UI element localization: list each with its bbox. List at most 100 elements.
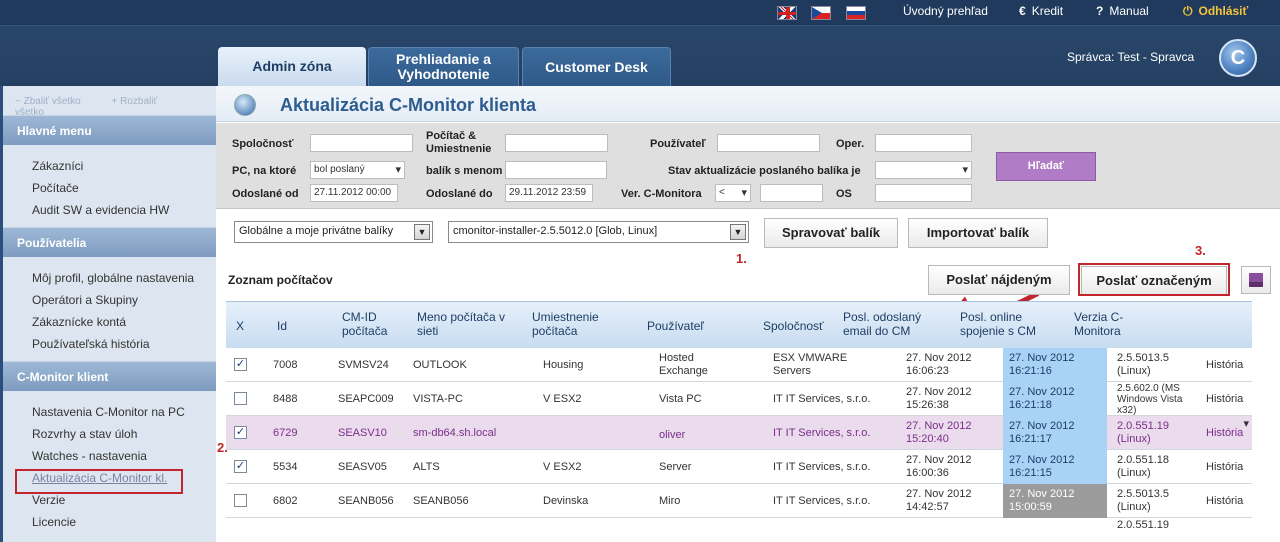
package-name-label: balík s menom (426, 165, 503, 177)
table-row[interactable]: 6802 SEANB056 SEANB056 Devinska Miro IT … (226, 484, 1252, 518)
cell-version: 2.0.551.19 (Linux) (1117, 420, 1169, 445)
manage-package-button[interactable]: Spravovať balík (764, 218, 898, 248)
cell-name: sm-db64.sh.local (413, 427, 497, 439)
pc-which-label: PC, na ktoré (232, 165, 297, 177)
online-date: 27. Nov 2012 (1009, 454, 1075, 466)
col-online[interactable]: Posl. online spojenie s CM (960, 310, 1060, 338)
sidebar-item-schedules[interactable]: Rozvrhy a stav úloh (3, 423, 216, 445)
row-checkbox[interactable] (234, 494, 247, 507)
table-row[interactable]: ✓ 7008 SVMSV24 OUTLOOK Housing Hosted Ex… (226, 348, 1252, 382)
col-email[interactable]: Posl. odoslaný email do CM (843, 310, 943, 338)
package-name-field[interactable] (505, 161, 607, 179)
table-row[interactable]: ✓ 5534 SEASV05 ALTS V ESX2 Server IT IT … (226, 450, 1252, 484)
sidebar-item-cmonitor-settings[interactable]: Nastavenia C-Monitor na PC (3, 401, 216, 423)
cell-version: 2.5.602.0 (MS Windows Vista x32) (1117, 383, 1183, 416)
col-x[interactable]: X (236, 319, 244, 333)
cell-cmid: SVMSV24 (338, 359, 389, 371)
cell-cmid: SEASV10 (338, 427, 387, 439)
sidebar-item-computers[interactable]: Počítače (3, 177, 216, 199)
email-date: 27. Nov 2012 (906, 386, 972, 398)
logout-link[interactable]: ⏻ Odhlásiť (1183, 4, 1248, 19)
row-checkbox[interactable]: ✓ (234, 460, 247, 473)
col-user[interactable]: Používateľ (647, 319, 704, 333)
manual-link[interactable]: ? Manual (1096, 4, 1149, 18)
cell-version: 2.0.551.19 (1117, 519, 1169, 531)
os-field[interactable] (875, 184, 972, 202)
table-row[interactable]: 8488 SEAPC009 VISTA-PC V ESX2 Vista PC I… (226, 382, 1252, 416)
sidebar-item-operators[interactable]: Operátori a Skupiny (3, 289, 216, 311)
col-location[interactable]: Umiestnenie počítača (532, 310, 617, 338)
history-link[interactable]: História (1206, 495, 1243, 508)
cz-flag-icon[interactable] (811, 6, 831, 20)
annotation-highlight-send (1078, 263, 1230, 296)
home-overview-link[interactable]: Úvodný prehľad (903, 4, 988, 18)
company-field[interactable] (310, 134, 413, 152)
col-name[interactable]: Meno počítača v sieti (417, 310, 527, 338)
col-version[interactable]: Verzia C-Monitora (1074, 310, 1149, 338)
sent-to-field[interactable]: 29.11.2012 23:59 (505, 184, 593, 202)
send-to-found-button[interactable]: Poslať nájdeným (928, 265, 1070, 295)
tab-customer-desk[interactable]: Customer Desk (522, 47, 671, 86)
manual-label: Manual (1109, 4, 1149, 18)
cell-version: 2.0.551.18 (Linux) (1117, 454, 1169, 479)
sidebar-section-main-menu[interactable]: Hlavné menu (3, 115, 216, 145)
sent-from-field[interactable]: 27.11.2012 00:00 (310, 184, 398, 202)
package-select[interactable]: cmonitor-installer-2.5.5012.0 [Glob, Lin… (448, 221, 749, 243)
sidebar-item-licenses[interactable]: Licencie (3, 511, 216, 533)
update-state-select[interactable] (875, 161, 972, 179)
annotation-highlight-sidebar (15, 469, 183, 494)
col-cmid[interactable]: CM-ID počítača (342, 310, 412, 338)
table-row[interactable]: 2.0.551.19 (226, 518, 1252, 531)
row-checkbox[interactable]: ✓ (234, 426, 247, 439)
cell-name: VISTA-PC (413, 393, 463, 405)
pc-which-select[interactable]: bol poslaný (310, 161, 405, 179)
oper-field[interactable] (875, 134, 972, 152)
pc-location-field[interactable] (505, 134, 608, 152)
email-time: 16:06:23 (906, 365, 949, 377)
chevron-down-icon[interactable]: ▼ (730, 224, 746, 240)
tab-admin-zone[interactable]: Admin zóna (218, 47, 366, 86)
sidebar-section-users[interactable]: Používatelia (3, 227, 216, 257)
sidebar-item-profile[interactable]: Môj profil, globálne nastavenia (3, 267, 216, 289)
row-checkbox[interactable] (234, 392, 247, 405)
sidebar-toolbar: − Zbaliť všetko + Rozbaliť všetko (3, 86, 216, 118)
sidebar-item-customer-accounts[interactable]: Zákaznícke kontá (3, 311, 216, 333)
cell-location: Devinska (543, 495, 589, 507)
col-id[interactable]: Id (277, 319, 287, 333)
tab-reports[interactable]: Prehliadanie a Vyhodnotenie (368, 47, 519, 86)
power-icon: ⏻ (1183, 4, 1193, 18)
save-icon[interactable] (1241, 266, 1271, 294)
chevron-down-icon[interactable]: ▼ (414, 224, 430, 240)
sidebar-item-customers[interactable]: Zákazníci (3, 155, 216, 177)
credit-link[interactable]: € Kredit (1019, 4, 1063, 18)
table-row[interactable]: ✓ 6729 SEASV10 sm-db64.sh.local oliver I… (226, 416, 1252, 450)
sidebar-section-cmonitor[interactable]: C-Monitor klient (3, 361, 216, 391)
history-link[interactable]: História (1206, 393, 1243, 406)
history-link[interactable]: História (1206, 427, 1243, 440)
row-checkbox[interactable]: ✓ (234, 358, 247, 371)
search-button[interactable]: Hľadať (996, 152, 1096, 181)
sidebar-item-watches[interactable]: Watches - nastavenia (3, 445, 216, 467)
version-field[interactable] (760, 184, 823, 202)
online-time: 16:21:17 (1009, 433, 1052, 445)
history-link[interactable]: História (1206, 461, 1243, 474)
import-package-button[interactable]: Importovať balík (908, 218, 1048, 248)
version-operator-select[interactable]: < (715, 184, 751, 202)
history-link[interactable]: História (1206, 359, 1243, 372)
online-time: 16:21:15 (1009, 467, 1052, 479)
cell-user: Vista PC (659, 393, 702, 405)
sk-flag-icon[interactable] (846, 6, 866, 20)
collapse-all-link[interactable]: − Zbaliť všetko (15, 96, 95, 107)
cell-version: 2.5.5013.5 (Linux) (1117, 488, 1169, 513)
uk-flag-icon[interactable] (777, 6, 797, 20)
cell-name: OUTLOOK (413, 359, 467, 371)
sidebar-item-user-history[interactable]: Používateľská história (3, 333, 216, 355)
user-field[interactable] (717, 134, 820, 152)
top-strip (0, 0, 1280, 26)
col-company[interactable]: Spoločnosť (763, 319, 824, 333)
email-time: 14:42:57 (906, 501, 949, 513)
sidebar-item-audit[interactable]: Audit SW a evidencia HW (3, 199, 216, 221)
online-time: 15:00:59 (1009, 501, 1052, 513)
package-scope-select[interactable]: Globálne a moje privátne balíky ▼ (234, 221, 433, 243)
filter-panel: Spoločnosť Počítač & Umiestnenie Používa… (216, 123, 1280, 209)
